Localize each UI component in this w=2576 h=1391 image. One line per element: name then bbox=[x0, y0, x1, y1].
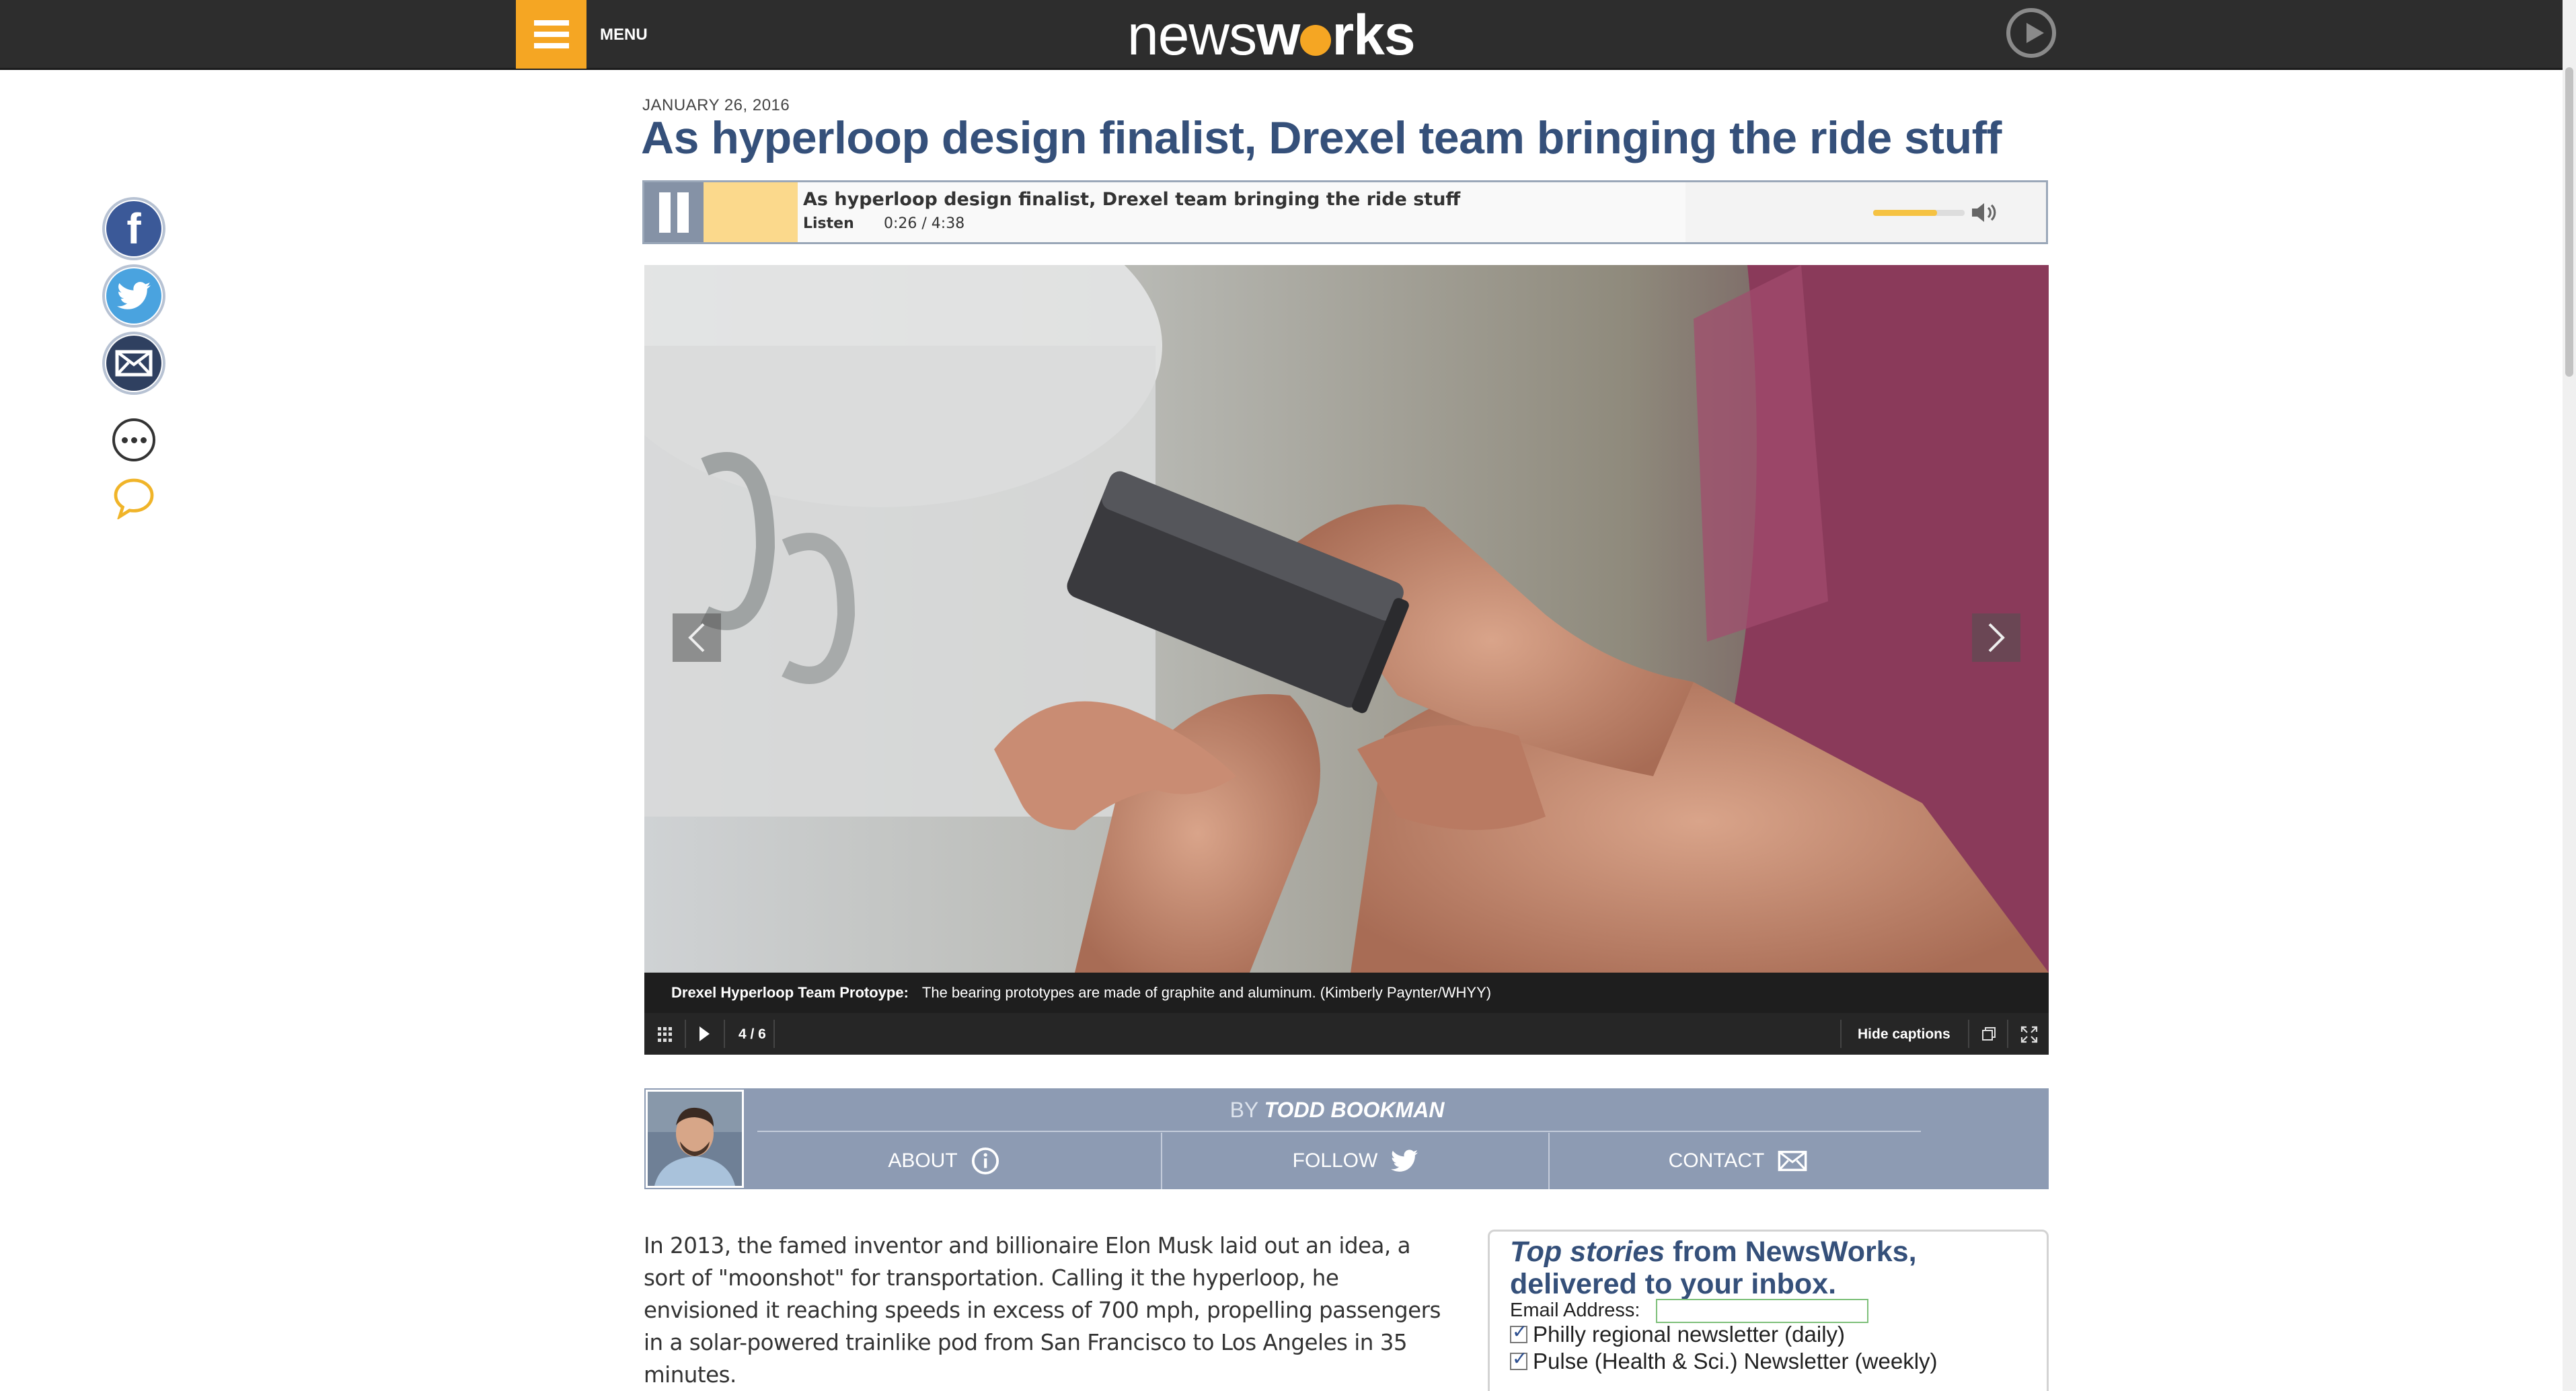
newsletter-heading-part: delivered to your inbox. bbox=[1510, 1268, 1837, 1300]
chevron-right-icon bbox=[1988, 623, 2005, 652]
newsletter-option-philly[interactable]: Philly regional newsletter (daily) bbox=[1510, 1320, 1846, 1347]
article-headline: As hyperloop design finalist, Drexel tea… bbox=[641, 112, 2002, 163]
audio-listen-label: Listen bbox=[803, 215, 854, 232]
author-name[interactable]: TODD BOOKMAN bbox=[1264, 1098, 1445, 1122]
contact-label: CONTACT bbox=[1668, 1150, 1765, 1172]
previous-slide-button[interactable] bbox=[673, 613, 721, 662]
email-icon bbox=[106, 336, 161, 391]
more-options-icon[interactable] bbox=[112, 418, 155, 461]
play-slideshow-icon[interactable] bbox=[699, 1026, 710, 1041]
checkbox-checked[interactable] bbox=[1510, 1320, 1527, 1343]
thumbnail-grid-icon[interactable] bbox=[658, 1027, 673, 1042]
by-label: BY bbox=[1229, 1098, 1258, 1122]
next-slide-button[interactable] bbox=[1972, 613, 2020, 662]
author-bar: BY TODD BOOKMAN ABOUT FOLLOW CONTACT bbox=[644, 1088, 2049, 1189]
audio-title: As hyperloop design finalist, Drexel tea… bbox=[803, 189, 1461, 210]
logo-dot-icon bbox=[1300, 25, 1332, 56]
photo-slideshow: Drexel Hyperloop Team Protoype: The bear… bbox=[644, 265, 2049, 1055]
divider bbox=[724, 1020, 725, 1048]
byline-divider bbox=[757, 1131, 1921, 1132]
volume-slider-fill bbox=[1873, 210, 1938, 216]
newsletter-option-label: Philly regional newsletter (daily) bbox=[1533, 1322, 1846, 1347]
audio-time: 0:26 / 4:38 bbox=[884, 215, 965, 232]
fullscreen-icon[interactable] bbox=[2020, 1026, 2038, 1043]
hamburger-menu-icon[interactable] bbox=[516, 0, 586, 69]
pause-button[interactable] bbox=[644, 182, 704, 242]
caption-text: The bearing prototypes are made of graph… bbox=[921, 984, 1492, 1001]
slide-caption: Drexel Hyperloop Team Protoype: The bear… bbox=[644, 973, 2049, 1013]
divider bbox=[2007, 1020, 2008, 1048]
contact-author-button[interactable]: CONTACT bbox=[1550, 1133, 1926, 1189]
slide-counter: 4 / 6 bbox=[738, 1026, 766, 1042]
live-radio-play-icon[interactable] bbox=[2006, 8, 2056, 58]
newsletter-option-label: Pulse (Health & Sci.) Newsletter (weekly… bbox=[1533, 1349, 1938, 1374]
logo-text-news: news bbox=[1127, 3, 1257, 67]
popout-window-icon[interactable] bbox=[1981, 1026, 1996, 1041]
twitter-icon bbox=[106, 268, 161, 324]
email-input[interactable] bbox=[1656, 1299, 1868, 1323]
author-avatar[interactable] bbox=[646, 1090, 744, 1188]
menu-label[interactable]: MENU bbox=[600, 26, 648, 44]
checkbox-checked[interactable] bbox=[1510, 1347, 1527, 1370]
audio-player: As hyperloop design finalist, Drexel tea… bbox=[642, 180, 2048, 244]
share-email-button[interactable] bbox=[102, 332, 165, 395]
scrollbar-thumb[interactable] bbox=[2565, 67, 2573, 377]
follow-author-button[interactable]: FOLLOW bbox=[1162, 1133, 1548, 1189]
volume-icon[interactable] bbox=[1971, 201, 1998, 227]
pause-icon-bar bbox=[677, 192, 689, 233]
newsworks-logo[interactable]: newsw rks bbox=[1127, 3, 1416, 68]
volume-slider[interactable] bbox=[1873, 210, 1965, 216]
caption-title: Drexel Hyperloop Team Protoype: bbox=[671, 984, 909, 1001]
about-label: ABOUT bbox=[888, 1150, 958, 1172]
chevron-left-icon bbox=[688, 623, 705, 652]
share-facebook-button[interactable]: f bbox=[102, 197, 165, 260]
divider bbox=[1840, 1020, 1842, 1048]
author-byline: BY TODD BOOKMAN bbox=[752, 1098, 1922, 1123]
newsletter-heading: Top stories from NewsWorks, delivered to … bbox=[1510, 1236, 2035, 1300]
twitter-icon bbox=[1391, 1150, 1418, 1172]
divider bbox=[1968, 1020, 1969, 1048]
comment-icon[interactable] bbox=[112, 478, 155, 523]
pause-icon-bar bbox=[659, 192, 671, 233]
slideshow-controls: 4 / 6 Hide captions bbox=[644, 1013, 2049, 1055]
share-twitter-button[interactable] bbox=[102, 264, 165, 328]
logo-text-w: w bbox=[1256, 3, 1300, 67]
follow-label: FOLLOW bbox=[1292, 1150, 1378, 1172]
hide-captions-button[interactable]: Hide captions bbox=[1858, 1026, 1950, 1043]
slideshow-photo bbox=[644, 265, 2049, 973]
email-label: Email Address: bbox=[1510, 1300, 1640, 1321]
newsletter-signup: Top stories from NewsWorks, delivered to … bbox=[1488, 1230, 2049, 1391]
info-icon bbox=[971, 1147, 999, 1175]
article-paragraph: In 2013, the famed inventor and billiona… bbox=[644, 1233, 1441, 1388]
newsletter-option-pulse[interactable]: Pulse (Health & Sci.) Newsletter (weekly… bbox=[1510, 1347, 1938, 1374]
divider bbox=[685, 1020, 686, 1048]
newsletter-heading-part: from NewsWorks, bbox=[1665, 1236, 1917, 1268]
envelope-icon bbox=[1778, 1150, 1807, 1172]
divider bbox=[773, 1020, 775, 1048]
top-navigation-bar: MENU newsw rks bbox=[0, 0, 2576, 70]
about-author-button[interactable]: ABOUT bbox=[752, 1133, 1135, 1189]
newsletter-heading-emphasis: Top stories bbox=[1510, 1236, 1665, 1268]
logo-text-rks: rks bbox=[1332, 3, 1415, 67]
facebook-icon: f bbox=[106, 201, 161, 256]
audio-progress-fill bbox=[704, 182, 798, 242]
